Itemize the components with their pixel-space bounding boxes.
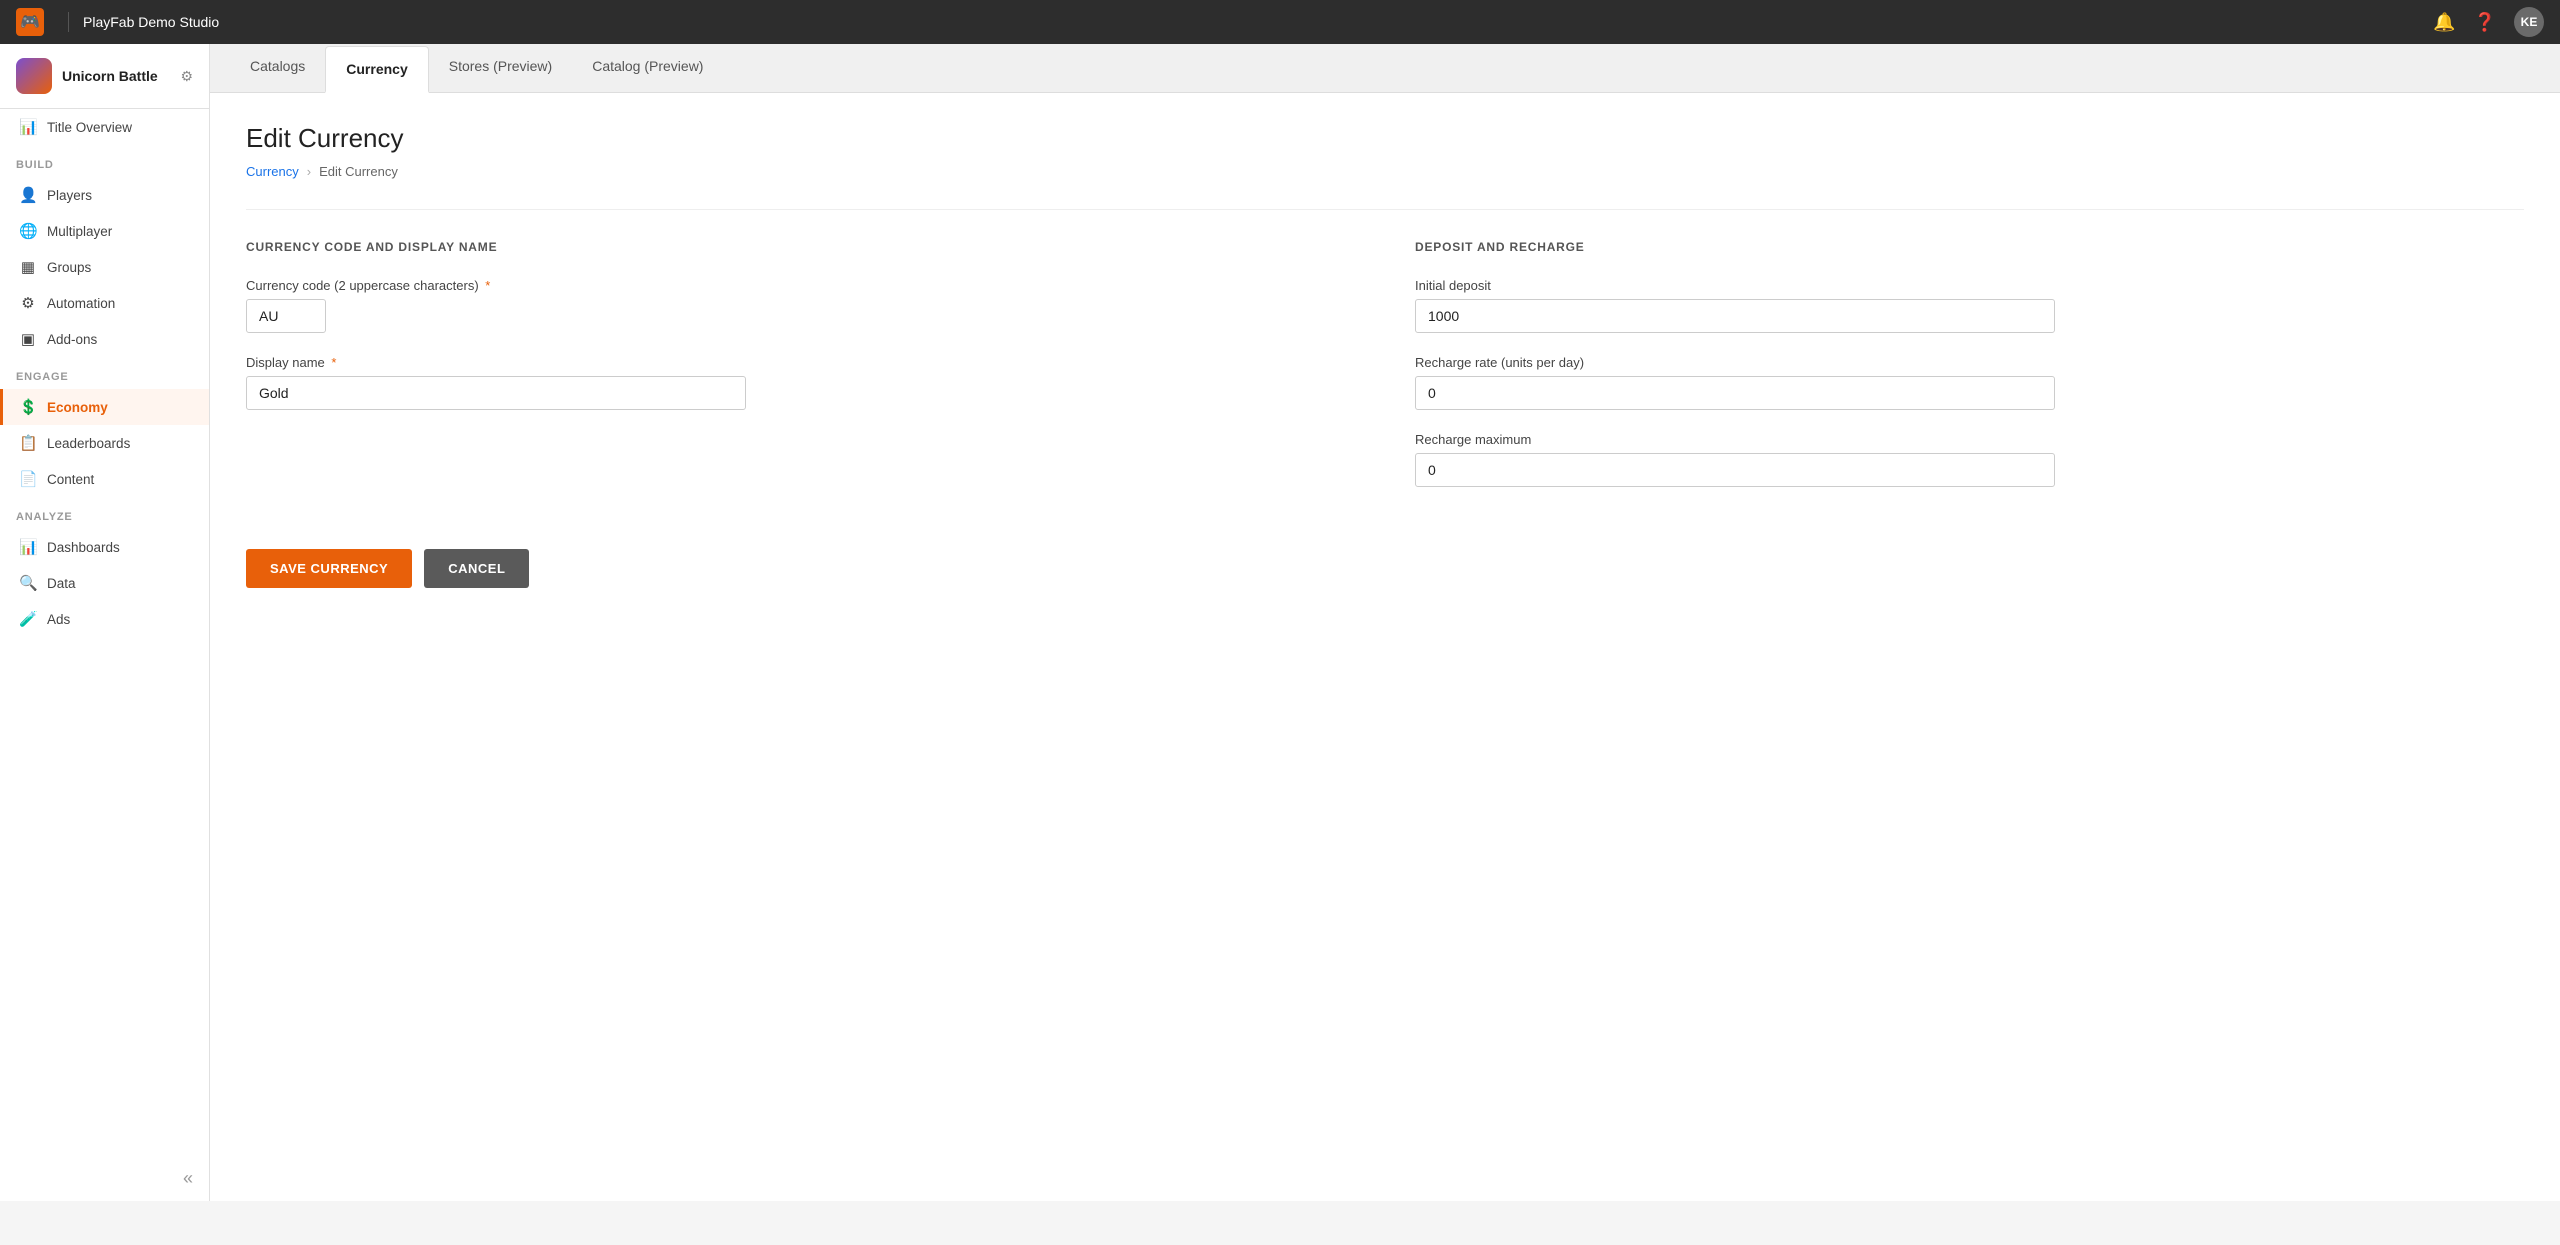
display-name-group: Display name * <box>246 355 1355 410</box>
content-icon: 📄 <box>19 470 37 488</box>
sidebar-item-addons[interactable]: ▣ Add-ons <box>0 321 209 357</box>
tab-catalogs[interactable]: Catalogs <box>230 44 325 93</box>
form-left-column: CURRENCY CODE AND DISPLAY NAME Currency … <box>246 240 1355 509</box>
app-logo: 🎮 <box>16 8 44 36</box>
form-divider <box>246 209 2524 210</box>
sidebar-item-label: Players <box>47 188 92 203</box>
sidebar-item-economy[interactable]: 💲 Economy <box>0 389 209 425</box>
display-name-label: Display name * <box>246 355 1355 370</box>
save-currency-button[interactable]: SAVE CURRENCY <box>246 549 412 588</box>
sidebar-item-label: Automation <box>47 296 115 311</box>
sidebar-item-label: Groups <box>47 260 91 275</box>
form-right-column: DEPOSIT AND RECHARGE Initial deposit Rec… <box>1415 240 2524 509</box>
tab-stores[interactable]: Stores (Preview) <box>429 44 572 93</box>
tabbar: Catalogs Currency Stores (Preview) Catal… <box>210 44 2560 93</box>
initial-deposit-input[interactable] <box>1415 299 2055 333</box>
game-icon <box>16 58 52 94</box>
sidebar-item-label: Economy <box>47 400 108 415</box>
currency-code-group: Currency code (2 uppercase characters) * <box>246 278 1355 333</box>
sidebar-item-leaderboards[interactable]: 📋 Leaderboards <box>0 425 209 461</box>
breadcrumb-separator: › <box>307 164 311 179</box>
recharge-rate-input[interactable] <box>1415 376 2055 410</box>
players-icon: 👤 <box>19 186 37 204</box>
sidebar-item-players[interactable]: 👤 Players <box>0 177 209 213</box>
sidebar-item-label: Title Overview <box>47 120 132 135</box>
ads-icon: 🧪 <box>19 610 37 628</box>
sidebar-item-groups[interactable]: ▦ Groups <box>0 249 209 285</box>
sidebar-item-label: Leaderboards <box>47 436 130 451</box>
data-icon: 🔍 <box>19 574 37 592</box>
sidebar-item-label: Data <box>47 576 76 591</box>
sidebar-collapse-button[interactable]: « <box>0 1156 209 1201</box>
topbar-right: 🔔 ❓ KE <box>2433 7 2544 37</box>
sidebar-item-automation[interactable]: ⚙ Automation <box>0 285 209 321</box>
sidebar-section-analyze: ANALYZE <box>0 497 209 529</box>
automation-icon: ⚙ <box>19 294 37 312</box>
sidebar-item-label: Dashboards <box>47 540 120 555</box>
sidebar-item-label: Multiplayer <box>47 224 112 239</box>
sidebar-section-build: BUILD <box>0 145 209 177</box>
breadcrumb-current: Edit Currency <box>319 164 398 179</box>
dashboards-icon: 📊 <box>19 538 37 556</box>
recharge-rate-label: Recharge rate (units per day) <box>1415 355 2524 370</box>
cancel-button[interactable]: CANCEL <box>424 549 529 588</box>
notification-icon[interactable]: 🔔 <box>2433 12 2455 33</box>
groups-icon: ▦ <box>19 258 37 276</box>
content-area: Edit Currency Currency › Edit Currency C… <box>210 93 2560 1201</box>
sidebar-item-multiplayer[interactable]: 🌐 Multiplayer <box>0 213 209 249</box>
game-name: Unicorn Battle <box>62 68 158 84</box>
left-section-title: CURRENCY CODE AND DISPLAY NAME <box>246 240 1355 254</box>
economy-icon: 💲 <box>19 398 37 416</box>
sidebar-item-label: Add-ons <box>47 332 97 347</box>
page-title: Edit Currency <box>246 123 2524 154</box>
sidebar-item-title-overview[interactable]: 📊 Title Overview <box>0 109 209 145</box>
tab-catalog-preview[interactable]: Catalog (Preview) <box>572 44 723 93</box>
title-overview-icon: 📊 <box>19 118 37 136</box>
topbar: 🎮 PlayFab Demo Studio 🔔 ❓ KE <box>0 0 2560 44</box>
form-grid: CURRENCY CODE AND DISPLAY NAME Currency … <box>246 240 2524 509</box>
multiplayer-icon: 🌐 <box>19 222 37 240</box>
breadcrumb-parent-link[interactable]: Currency <box>246 164 299 179</box>
display-name-input[interactable] <box>246 376 746 410</box>
currency-code-input[interactable] <box>246 299 326 333</box>
sidebar-item-data[interactable]: 🔍 Data <box>0 565 209 601</box>
initial-deposit-label: Initial deposit <box>1415 278 2524 293</box>
recharge-maximum-label: Recharge maximum <box>1415 432 2524 447</box>
right-section-title: DEPOSIT AND RECHARGE <box>1415 240 2524 254</box>
sidebar-item-label: Ads <box>47 612 70 627</box>
sidebar-item-label: Content <box>47 472 94 487</box>
recharge-maximum-group: Recharge maximum <box>1415 432 2524 487</box>
sidebar-game-header: Unicorn Battle ⚙ <box>0 44 209 109</box>
topbar-separator <box>68 12 69 32</box>
addons-icon: ▣ <box>19 330 37 348</box>
initial-deposit-group: Initial deposit <box>1415 278 2524 333</box>
breadcrumb: Currency › Edit Currency <box>246 164 2524 179</box>
currency-code-label: Currency code (2 uppercase characters) * <box>246 278 1355 293</box>
sidebar: Unicorn Battle ⚙ 📊 Title Overview BUILD … <box>0 44 210 1201</box>
settings-icon[interactable]: ⚙ <box>180 68 193 85</box>
user-avatar[interactable]: KE <box>2514 7 2544 37</box>
tab-currency[interactable]: Currency <box>325 46 428 93</box>
required-marker: * <box>331 355 336 370</box>
sidebar-item-content[interactable]: 📄 Content <box>0 461 209 497</box>
required-marker: * <box>485 278 490 293</box>
recharge-rate-group: Recharge rate (units per day) <box>1415 355 2524 410</box>
recharge-maximum-input[interactable] <box>1415 453 2055 487</box>
sidebar-item-ads[interactable]: 🧪 Ads <box>0 601 209 637</box>
leaderboards-icon: 📋 <box>19 434 37 452</box>
help-icon[interactable]: ❓ <box>2474 12 2496 33</box>
studio-name: PlayFab Demo Studio <box>83 14 219 30</box>
button-group: SAVE CURRENCY CANCEL <box>246 549 2524 588</box>
sidebar-section-engage: ENGAGE <box>0 357 209 389</box>
main-area: Catalogs Currency Stores (Preview) Catal… <box>210 44 2560 1201</box>
sidebar-item-dashboards[interactable]: 📊 Dashboards <box>0 529 209 565</box>
